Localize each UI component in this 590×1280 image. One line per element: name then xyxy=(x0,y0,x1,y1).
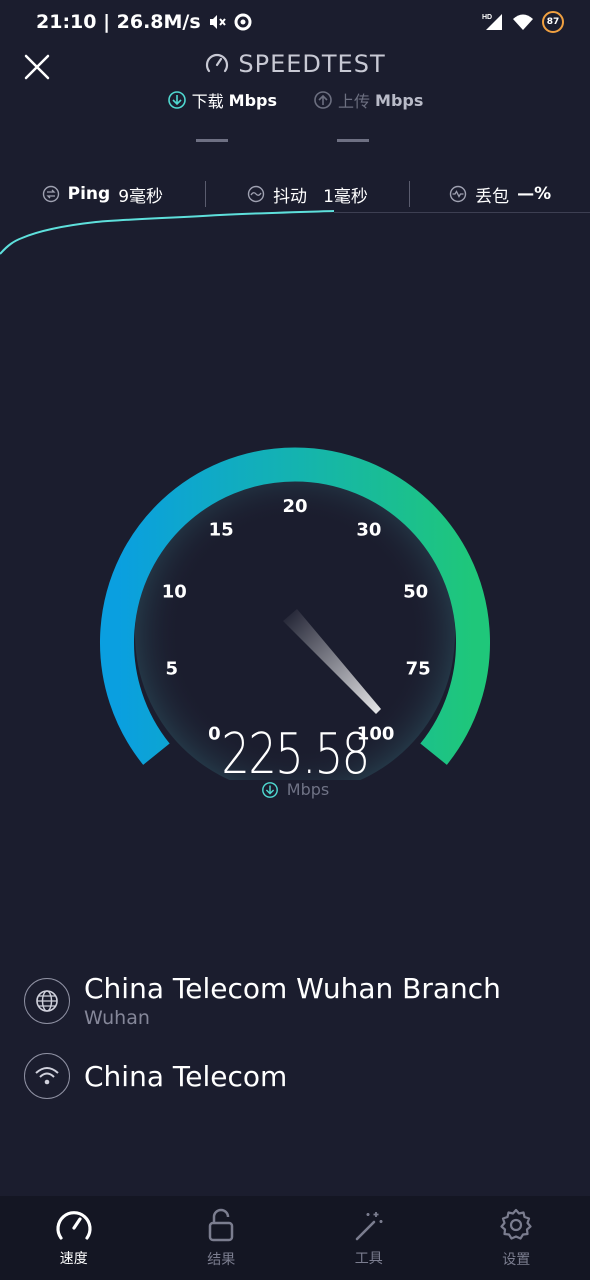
upload-icon xyxy=(314,91,332,109)
ping-icon xyxy=(42,185,59,203)
app-title: SPEEDTEST xyxy=(0,50,590,78)
provider-info[interactable]: China Telecom xyxy=(24,1053,287,1099)
app-title-text: SPEEDTEST xyxy=(238,50,386,78)
server-name: China Telecom Wuhan Branch xyxy=(84,972,501,1005)
nav-item-results[interactable]: 结果 xyxy=(148,1196,296,1280)
speed-value: 225.58 xyxy=(221,722,370,787)
record-icon xyxy=(234,13,252,31)
loss-label: 丢包 xyxy=(475,186,510,207)
nav-item-speed[interactable]: 速度 xyxy=(0,1196,148,1280)
gauge-scale-label: 75 xyxy=(406,659,431,680)
loss-value: —% xyxy=(517,184,552,204)
download-icon xyxy=(167,91,186,109)
download-icon xyxy=(261,781,278,798)
wifi-icon xyxy=(24,1053,70,1099)
signal-icon: HD xyxy=(482,14,502,30)
units-row: 下载 Mbps 上传 Mbps xyxy=(0,88,590,112)
nav-label-tools: 工具 xyxy=(354,1251,383,1267)
speed-gauge: 05101520305075100 xyxy=(100,447,490,780)
stats-underline xyxy=(334,212,590,213)
packet-loss-icon xyxy=(449,185,467,203)
unlock-icon xyxy=(209,1208,234,1242)
gauge-scale-label: 10 xyxy=(162,581,187,602)
speed-graph xyxy=(0,210,335,255)
gauge-scale-label: 5 xyxy=(166,659,179,680)
bottom-nav: 速度 结果 工具 设置 xyxy=(0,1196,590,1280)
ping-stat: Ping 9毫秒 xyxy=(0,182,205,207)
download-unit-text: Mbps xyxy=(228,90,277,110)
download-unit: 下载 Mbps xyxy=(167,88,277,112)
nav-label-results: 结果 xyxy=(207,1252,236,1268)
speed-unit-row: Mbps xyxy=(0,780,590,799)
gauge-scale-label: 30 xyxy=(356,520,381,541)
wifi-icon xyxy=(513,14,533,30)
speed-unit: Mbps xyxy=(286,780,330,799)
upload-unit-text: Mbps xyxy=(375,90,424,110)
server-location: Wuhan xyxy=(84,1007,150,1029)
ping-label: Ping xyxy=(67,184,111,204)
provider-name: China Telecom xyxy=(84,1059,288,1093)
gauge-scale-label: 50 xyxy=(403,581,428,602)
svg-text:HD: HD xyxy=(482,14,492,21)
gear-icon xyxy=(500,1208,532,1240)
speedometer-icon xyxy=(206,53,229,73)
speedometer-icon xyxy=(56,1211,92,1240)
download-label: 下载 xyxy=(191,92,224,111)
upload-unit: 上传 Mbps xyxy=(313,88,423,112)
jitter-stat: 抖动 1毫秒 xyxy=(206,182,410,207)
nav-label-settings: 设置 xyxy=(502,1252,531,1268)
status-bar: 21:10 | 26.8M/s HD 87 xyxy=(0,0,590,44)
jitter-label: 抖动 xyxy=(273,186,308,207)
battery-icon: 87 xyxy=(542,11,564,33)
status-time-speed: 21:10 | 26.8M/s xyxy=(36,11,201,33)
nav-label-speed: 速度 xyxy=(59,1251,88,1267)
globe-icon xyxy=(24,977,70,1024)
speed-graph-line xyxy=(0,210,335,255)
loss-stat: 丢包 —% xyxy=(410,182,590,207)
nav-item-tools[interactable]: 工具 xyxy=(295,1196,443,1280)
jitter-value: 1毫秒 xyxy=(323,186,368,207)
gauge-scale-label: 20 xyxy=(282,496,307,517)
nav-item-settings[interactable]: 设置 xyxy=(443,1196,590,1280)
battery-level: 87 xyxy=(546,17,560,27)
gauge-scale-label: 15 xyxy=(209,520,234,541)
download-value-placeholder xyxy=(196,139,228,142)
server-info[interactable]: China Telecom Wuhan Branch Wuhan xyxy=(24,972,501,1029)
jitter-icon xyxy=(247,185,265,203)
upload-value-placeholder xyxy=(337,139,369,142)
upload-label: 上传 xyxy=(338,92,371,111)
mute-icon xyxy=(209,15,226,29)
magic-wand-icon xyxy=(355,1212,383,1241)
ping-value: 9毫秒 xyxy=(118,186,164,207)
